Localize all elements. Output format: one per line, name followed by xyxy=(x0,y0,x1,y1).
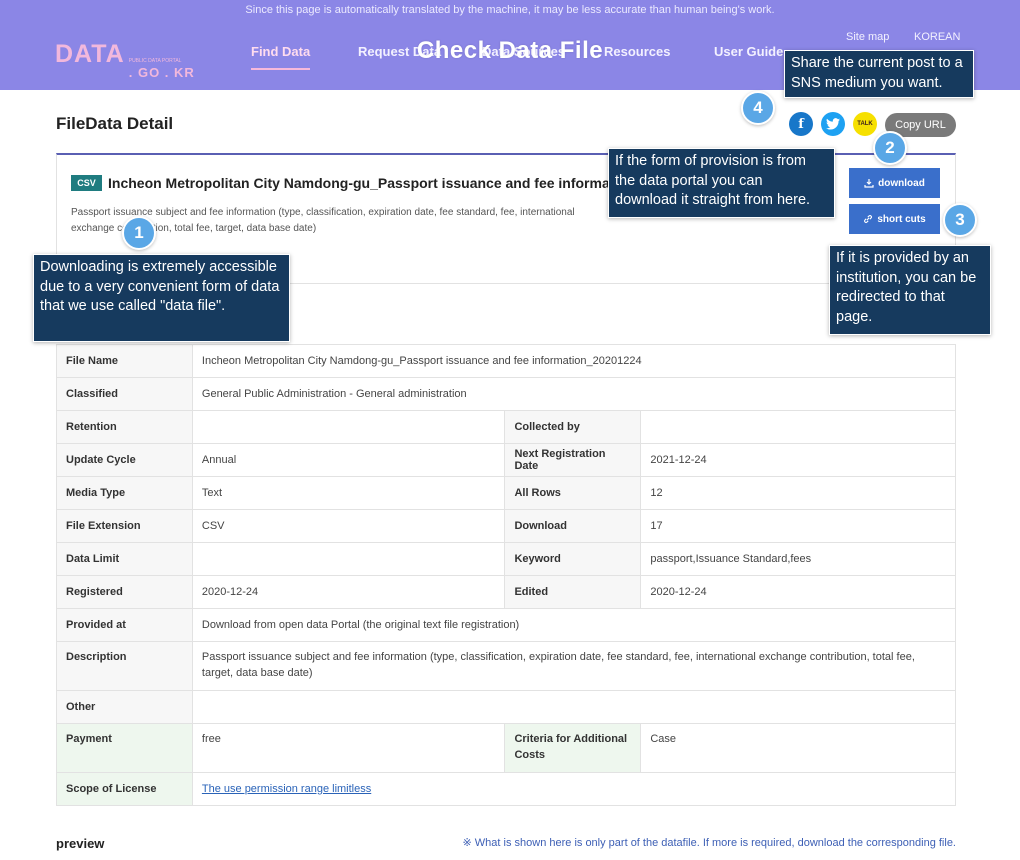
update-cycle-value: Annual xyxy=(191,443,506,477)
classified-value: General Public Administration - General … xyxy=(191,377,957,411)
data-limit-value xyxy=(191,542,506,576)
download-icon xyxy=(864,179,874,188)
callout-step-3: If it is provided by an institution, you… xyxy=(829,245,991,335)
logo-text: DATA xyxy=(55,40,125,68)
table-row: Classified General Public Administration… xyxy=(56,377,957,411)
download-label: download xyxy=(878,177,925,189)
registered-label: Registered xyxy=(56,575,193,609)
facebook-share-button[interactable]: f xyxy=(789,112,813,136)
nav-request-data[interactable]: Request Data xyxy=(358,44,441,59)
edited-value: 2020-12-24 xyxy=(640,575,956,609)
license-label: Scope of License xyxy=(56,772,193,806)
preview-heading: preview xyxy=(56,836,105,851)
table-row: Provided at Download from open data Port… xyxy=(56,608,957,642)
provided-at-value: Download from open data Portal (the orig… xyxy=(191,608,957,642)
page-title: FileData Detail xyxy=(56,114,174,133)
logo-domain: . GO . KR xyxy=(128,65,195,80)
kakaotalk-icon: TALK xyxy=(857,121,873,127)
criteria-value: Case xyxy=(640,723,956,773)
edited-label: Edited xyxy=(504,575,642,609)
site-map-link[interactable]: Site map xyxy=(846,31,889,43)
nav-user-guide[interactable]: User Guide xyxy=(714,44,783,59)
all-rows-value: 12 xyxy=(640,476,956,510)
media-type-label: Media Type xyxy=(56,476,193,510)
translation-notice: Since this page is automatically transla… xyxy=(245,4,775,16)
file-name-value: Incheon Metropolitan City Namdong-gu_Pas… xyxy=(191,344,957,378)
step-2-marker: 2 xyxy=(873,131,907,165)
language-link[interactable]: KOREAN xyxy=(914,31,960,43)
criteria-label: Criteria for Additional Costs xyxy=(504,723,642,773)
table-row: Data Limit Keyword passport,Issuance Sta… xyxy=(56,542,956,576)
collected-by-value xyxy=(640,410,956,444)
file-extension-label: File Extension xyxy=(56,509,193,543)
step-4-marker: 4 xyxy=(741,91,775,125)
step-1-marker: 1 xyxy=(122,216,156,250)
dataset-title: Incheon Metropolitan City Namdong-gu_Pas… xyxy=(108,175,628,191)
next-registration-value: 2021-12-24 xyxy=(640,443,956,477)
retention-label: Retention xyxy=(56,410,193,444)
download-count-value: 17 xyxy=(640,509,956,543)
description-value: Passport issuance subject and fee inform… xyxy=(191,641,957,691)
download-button[interactable]: download xyxy=(849,168,940,198)
data-limit-label: Data Limit xyxy=(56,542,193,576)
nav-data-sources[interactable]: Data Sources xyxy=(482,44,565,59)
site-logo[interactable]: DATA PUBLIC DATA PORTAL . GO . KR xyxy=(55,40,195,79)
payment-label: Payment xyxy=(56,723,193,773)
registered-value: 2020-12-24 xyxy=(191,575,506,609)
table-row: Registered 2020-12-24 Edited 2020-12-24 xyxy=(56,575,956,609)
logo-subtitle: PUBLIC DATA PORTAL xyxy=(128,58,182,64)
retention-value xyxy=(191,410,506,444)
file-name-label: File Name xyxy=(56,344,193,378)
nav-find-data[interactable]: Find Data xyxy=(251,44,311,70)
other-label: Other xyxy=(56,690,193,724)
keyword-value: passport,Issuance Standard,fees xyxy=(640,542,956,576)
table-row: File Extension CSV Download 17 xyxy=(56,509,956,543)
other-value xyxy=(191,690,957,724)
description-label: Description xyxy=(56,641,193,691)
update-cycle-label: Update Cycle xyxy=(56,443,193,477)
nav-resources[interactable]: Resources xyxy=(604,44,670,59)
callout-step-1: Downloading is extremely accessible due … xyxy=(33,254,290,342)
table-row: Media Type Text All Rows 12 xyxy=(56,476,956,510)
table-row: Payment free Criteria for Additional Cos… xyxy=(56,723,956,773)
twitter-icon xyxy=(826,118,840,130)
preview-note: ※ What is shown here is only part of the… xyxy=(462,837,956,849)
table-row: Other xyxy=(56,690,957,724)
download-count-label: Download xyxy=(504,509,642,543)
table-row: Description Passport issuance subject an… xyxy=(56,641,957,691)
payment-value: free xyxy=(191,723,506,773)
next-registration-label: Next Registration Date xyxy=(504,443,642,477)
table-row: Retention Collected by xyxy=(56,410,956,444)
media-type-value: Text xyxy=(191,476,506,510)
shortcut-button[interactable]: short cuts xyxy=(849,204,940,234)
shortcut-label: short cuts xyxy=(877,213,926,225)
format-badge: CSV xyxy=(71,175,102,191)
file-extension-value: CSV xyxy=(191,509,506,543)
all-rows-label: All Rows xyxy=(504,476,642,510)
collected-by-label: Collected by xyxy=(504,410,642,444)
classified-label: Classified xyxy=(56,377,193,411)
callout-step-2: If the form of provision is from the dat… xyxy=(608,148,835,218)
twitter-share-button[interactable] xyxy=(821,112,845,136)
provided-at-label: Provided at xyxy=(56,608,193,642)
table-row: Update Cycle Annual Next Registration Da… xyxy=(56,443,956,477)
kakaotalk-share-button[interactable]: TALK xyxy=(853,112,877,136)
callout-step-4: Share the current post to a SNS medium y… xyxy=(784,50,974,98)
step-3-marker: 3 xyxy=(943,203,977,237)
facebook-icon: f xyxy=(798,116,804,132)
keyword-label: Keyword xyxy=(504,542,642,576)
table-row: Scope of License The use permission rang… xyxy=(56,772,957,806)
link-icon xyxy=(864,215,873,223)
file-info-table: File Name Incheon Metropolitan City Namd… xyxy=(56,344,957,806)
license-link[interactable]: The use permission range limitless xyxy=(202,783,371,795)
table-row: File Name Incheon Metropolitan City Namd… xyxy=(56,344,957,378)
